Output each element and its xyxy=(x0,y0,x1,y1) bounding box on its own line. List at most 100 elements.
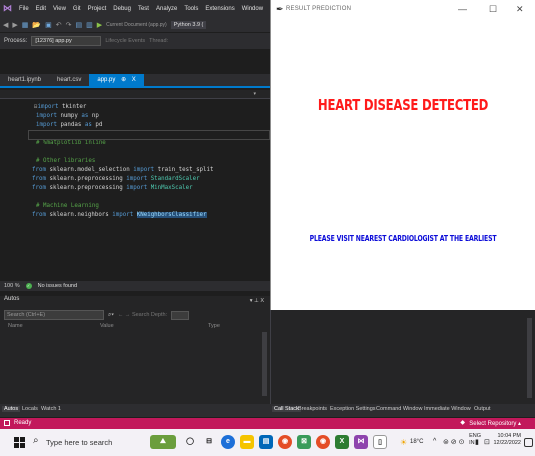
back-icon[interactable]: ◀ xyxy=(3,21,8,29)
chrome-icon[interactable]: ◉ xyxy=(278,435,292,449)
visual-studio-icon[interactable]: ⋈ xyxy=(354,435,368,449)
code-line[interactable]: # Other libraries xyxy=(36,157,95,166)
code-line[interactable]: from sklearn.preprocessing import MinMax… xyxy=(32,184,193,193)
file-explorer-icon[interactable]: ▬ xyxy=(240,435,254,449)
minimize-button[interactable]: — xyxy=(458,4,467,14)
forward-icon[interactable]: ▶ xyxy=(12,21,17,29)
tab-locals[interactable]: Locals xyxy=(22,406,38,412)
code-line[interactable]: # %matplotlib inline xyxy=(36,139,106,148)
maximize-button[interactable]: ☐ xyxy=(489,4,497,15)
task-view-icon[interactable]: ◯ xyxy=(183,435,197,449)
lifecycle-events-button[interactable]: Lifecycle Events xyxy=(105,38,145,44)
weather-landscape-icon[interactable]: ⛰ xyxy=(150,435,176,449)
autos-search-input[interactable]: Search (Ctrl+E) xyxy=(4,310,104,320)
select-repository-button[interactable]: Select Repository ▴ xyxy=(469,420,521,427)
debug-target-dropdown[interactable]: Current Document (app.py) xyxy=(106,22,167,28)
search-options-icon[interactable]: ⌕▾ xyxy=(108,312,114,319)
language-indicator[interactable]: ENG IN xyxy=(469,433,481,447)
excel-icon[interactable]: X xyxy=(335,435,349,449)
tab-immediate-window[interactable]: Immediate Window xyxy=(424,406,471,412)
platform-icon[interactable]: ▥ xyxy=(86,21,93,29)
column-value[interactable]: Value xyxy=(100,323,114,329)
open-icon[interactable]: 📂 xyxy=(32,21,41,29)
output-panel xyxy=(270,310,535,404)
search-depth-dropdown[interactable] xyxy=(171,310,190,320)
tab-heart1-ipynb[interactable]: heart1.ipynb xyxy=(0,74,49,86)
menu-window[interactable]: Window xyxy=(242,6,263,12)
temperature[interactable]: 18°C xyxy=(410,439,423,445)
weather-icon[interactable]: ☀ xyxy=(400,438,407,447)
menu-tools[interactable]: Tools xyxy=(184,6,198,12)
edge-icon[interactable]: e xyxy=(221,435,235,449)
store-icon[interactable]: ▤ xyxy=(259,435,273,449)
window-titlebar[interactable]: ✒ RESULT PREDICTION — ☐ ✕ xyxy=(271,0,535,20)
chevron-down-icon[interactable]: ▾ xyxy=(253,91,256,97)
menu-debug[interactable]: Debug xyxy=(113,6,131,12)
panel-controls[interactable]: ▾ ⊥ X xyxy=(250,298,264,304)
result-prediction-window: ✒ RESULT PREDICTION — ☐ ✕ HEART DISEASE … xyxy=(270,0,535,310)
autos-scrollbar[interactable] xyxy=(262,332,267,396)
editor-status-bar: 100 % ✓ No issues found xyxy=(0,281,270,291)
taskbar-search-box[interactable]: Type here to search xyxy=(46,438,112,447)
new-item-icon[interactable]: ▦ xyxy=(22,21,29,29)
tab-call-stack[interactable]: Call Stack xyxy=(272,406,301,412)
pin-icon[interactable]: ⊕ xyxy=(121,77,126,83)
notification-icon[interactable] xyxy=(524,438,533,447)
code-line[interactable]: ⊟import tkinter xyxy=(34,103,86,112)
menu-extensions[interactable]: Extensions xyxy=(205,6,234,12)
column-type[interactable]: Type xyxy=(208,323,220,329)
redo-icon[interactable]: ↷ xyxy=(66,21,72,29)
windows-start-icon[interactable] xyxy=(14,437,25,448)
current-line-highlight xyxy=(28,130,270,140)
code-line[interactable]: # Machine Learning xyxy=(36,202,99,211)
undo-icon[interactable]: ↶ xyxy=(56,21,62,29)
check-icon: ✓ xyxy=(25,283,32,289)
tab-autos[interactable]: Autos xyxy=(2,406,21,412)
menu-test[interactable]: Test xyxy=(138,6,149,12)
chrome-profile-icon[interactable]: ◉ xyxy=(316,435,330,449)
result-window-icon[interactable]: ▯ xyxy=(373,435,387,449)
close-button[interactable]: ✕ xyxy=(516,4,524,15)
zoom-level[interactable]: 100 % xyxy=(4,283,20,289)
save-icon[interactable]: ▣ xyxy=(45,21,52,29)
clock[interactable]: 10:04 PM 12/22/2022 xyxy=(493,433,521,447)
menu-edit[interactable]: Edit xyxy=(36,6,46,12)
tab-command-window[interactable]: Command Window xyxy=(376,406,422,412)
code-line[interactable]: import pandas as pd xyxy=(36,121,102,130)
vs-toolbar: ◀ ▶ ▦ 📂 ▣ ↶ ↷ ▤ ▥ ▶ Current Document (ap… xyxy=(0,17,270,32)
search-depth-nav[interactable]: ← → Search Depth: xyxy=(118,312,167,318)
menu-git[interactable]: Git xyxy=(73,6,81,12)
tab-watch-1[interactable]: Watch 1 xyxy=(41,406,61,412)
code-line[interactable]: from sklearn.neighbors import KNeighbors… xyxy=(32,211,207,220)
editor-app-icon[interactable]: ⊠ xyxy=(297,435,311,449)
tab-output[interactable]: Output xyxy=(474,406,491,412)
tray-overflow-icon[interactable]: ^ xyxy=(433,438,436,445)
column-name[interactable]: Name xyxy=(8,323,23,329)
tray-app-icons[interactable]: ⊜ ⊘ ⊙ xyxy=(443,438,465,446)
tab-breakpoints[interactable]: Breakpoints xyxy=(298,406,327,412)
code-line[interactable]: import numpy as np xyxy=(36,112,99,121)
tab-exception-settings[interactable]: Exception Settings xyxy=(330,406,376,412)
python-env-dropdown[interactable]: Python 3.9 ( xyxy=(170,20,207,29)
navigation-dropdown-bar[interactable]: ▾ xyxy=(0,90,270,99)
widgets-icon[interactable]: ⊟ xyxy=(202,435,216,449)
issues-indicator[interactable]: No issues found xyxy=(38,283,77,289)
search-icon[interactable]: ⌕ xyxy=(33,435,39,446)
close-tab-icon[interactable]: X xyxy=(132,77,136,83)
autos-panel: Autos ▾ ⊥ X Search (Ctrl+E) ⌕▾ ← → Searc… xyxy=(0,296,270,404)
code-editor[interactable]: ⊟import tkinter import numpy as np import … xyxy=(0,99,270,261)
code-line[interactable]: from sklearn.model_selection import trai… xyxy=(32,166,214,175)
network-icon[interactable]: ⊡ xyxy=(484,438,490,446)
menu-project[interactable]: Project xyxy=(88,6,107,12)
process-dropdown[interactable]: [12376] app.py xyxy=(31,36,102,46)
tab-app-py[interactable]: app.py ⊕ X xyxy=(89,74,144,86)
start-debug-icon[interactable]: ▶ xyxy=(97,21,102,29)
code-line[interactable]: from sklearn.preprocessing import Standa… xyxy=(32,175,200,184)
config-icon[interactable]: ▤ xyxy=(76,21,83,29)
output-scrollbar[interactable] xyxy=(527,318,532,398)
menu-view[interactable]: View xyxy=(53,6,66,12)
prediction-heading: HEART DISEASE DETECTED xyxy=(317,96,489,114)
menu-file[interactable]: File xyxy=(19,6,29,12)
menu-analyze[interactable]: Analyze xyxy=(156,6,177,12)
tab-heart-csv[interactable]: heart.csv xyxy=(49,74,89,86)
